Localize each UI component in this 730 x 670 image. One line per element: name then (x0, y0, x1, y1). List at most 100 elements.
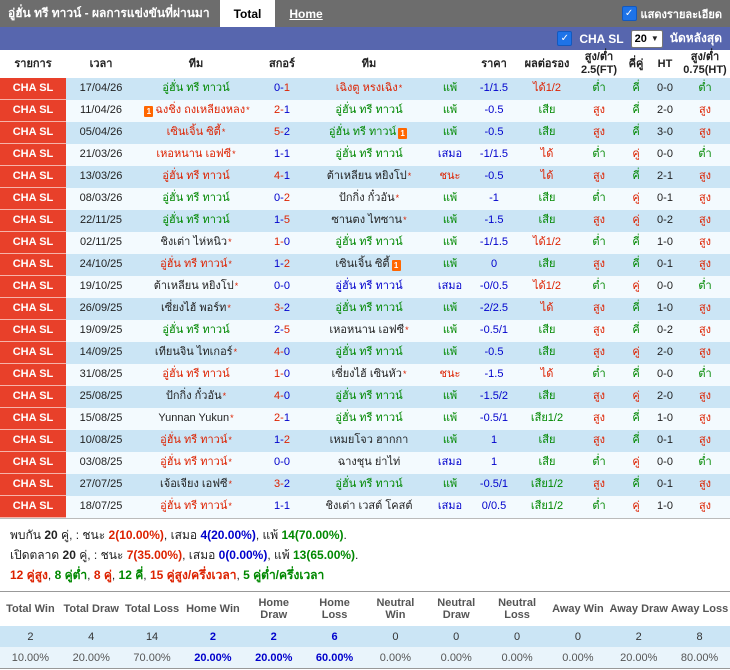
league-badge[interactable]: CHA SL (0, 496, 66, 518)
footer-header: Away Win (547, 592, 609, 627)
summary-segment: 8 คู่ต่ำ (54, 567, 88, 582)
league-badge[interactable]: CHA SL (0, 276, 66, 298)
home-team[interactable]: อู่ฮั่น ทรี ทาวน์ * (136, 496, 256, 518)
col-header-home: ทีม (188, 57, 204, 70)
league-filter-checkbox[interactable]: ✓ (557, 31, 573, 46)
home-team[interactable]: ต้าเหลียน หยิงโป * (136, 276, 256, 298)
home-team[interactable]: เจ้อเจียง เอฟซี * (136, 474, 256, 496)
ht-score: 0-0 (657, 456, 673, 469)
league-badge[interactable]: CHA SL (0, 78, 66, 100)
away-team[interactable]: อู่ฮั่น ทรี ทาวน์ (308, 100, 430, 122)
home-team[interactable]: อู่ฮั่น ทรี ทาวน์ (136, 166, 256, 188)
team-name: ชิงเต่า เวสต์ โคสต์ (325, 500, 413, 513)
league-badge[interactable]: CHA SL (0, 210, 66, 232)
home-team[interactable]: อู่ฮั่น ทรี ทาวน์ (136, 78, 256, 100)
home-team[interactable]: อู่ฮั่น ทรี ทาวน์ (136, 188, 256, 210)
away-team[interactable]: ซานตง ไทซาน * (308, 210, 430, 232)
away-team[interactable]: ต้าเหลียน หยิงโป * (308, 166, 430, 188)
match-result: แพ้ (442, 412, 458, 425)
match-date: 19/09/25 (79, 324, 123, 337)
league-badge[interactable]: CHA SL (0, 254, 66, 276)
away-team[interactable]: อู่ฮั่น ทรี ทาวน์ (308, 298, 430, 320)
home-team[interactable]: อู่ฮั่น ทรี ทาวน์ (136, 320, 256, 342)
away-team[interactable]: อู่ฮั่น ทรี ทาวน์ (308, 276, 430, 298)
league-badge[interactable]: CHA SL (0, 100, 66, 122)
league-badge[interactable]: CHA SL (0, 452, 66, 474)
match-result: ชนะ (439, 170, 461, 183)
col-header-ht: HT (657, 57, 673, 70)
home-team[interactable]: ชิงเต่า ไห่หนิว * (136, 232, 256, 254)
league-badge[interactable]: CHA SL (0, 320, 66, 342)
summary-line-1: พบกัน 20 คู่, : ชนะ 2(10.00%), เสมอ 4(20… (10, 526, 720, 546)
away-team[interactable]: อู่ฮั่น ทรี ทาวน์ (308, 408, 430, 430)
home-team[interactable]: Yunnan Yukun * (136, 408, 256, 430)
recent-matches-label: นัดหลังสุด (669, 31, 722, 45)
away-score: 2 (283, 434, 290, 447)
away-team[interactable]: เซี่ยงไฮ้ เซินหัว * (308, 364, 430, 386)
league-badge[interactable]: CHA SL (0, 232, 66, 254)
away-team[interactable]: อู่ฮั่น ทรี ทาวน์ 1 (308, 122, 430, 144)
summary-line-3: 12 คู่สูง, 8 คู่ต่ำ, 8 คู่, 12 คี่, 15 ค… (10, 566, 720, 586)
footer-value: 0 (364, 626, 426, 648)
home-team[interactable]: 1 ฉงชิ่ง ถงเหลียงหลง * (136, 100, 256, 122)
home-team[interactable]: อู่ฮั่น ทรี ทาวน์ (136, 364, 256, 386)
team-name: อู่ฮั่น ทรี ทาวน์ (335, 346, 403, 359)
away-team[interactable]: เหมยโจว ฮากกา (308, 430, 430, 452)
away-team[interactable]: อู่ฮั่น ทรี ทาวน์ (308, 342, 430, 364)
tab-home[interactable]: Home (275, 0, 336, 27)
show-details-checkbox[interactable]: ✓ (621, 6, 637, 21)
ou-ft-result: สูง (592, 214, 606, 227)
away-team[interactable]: เหอหนาน เอฟซี * (308, 320, 430, 342)
away-team[interactable]: อู่ฮั่น ทรี ทาวน์ (308, 232, 430, 254)
away-score: 1 (283, 412, 290, 425)
league-badge[interactable]: CHA SL (0, 364, 66, 386)
handicap-price: -0/0.5 (479, 280, 509, 293)
home-team[interactable]: อู่ฮั่น ทรี ทาวน์ (136, 210, 256, 232)
tab-total[interactable]: Total (219, 0, 276, 27)
league-badge[interactable]: CHA SL (0, 408, 66, 430)
match-count-select[interactable]: 20 ▼ (630, 29, 663, 48)
league-badge[interactable]: CHA SL (0, 166, 66, 188)
away-score: 2 (283, 478, 290, 491)
league-badge[interactable]: CHA SL (0, 298, 66, 320)
league-badge[interactable]: CHA SL (0, 188, 66, 210)
ou-ht-result: สูง (698, 390, 712, 403)
home-team[interactable]: เซี่ยงไฮ้ พอร์ท * (136, 298, 256, 320)
ou-ft-result: สูง (592, 170, 606, 183)
home-team[interactable]: เซินเจิ้น ซิตี้ * (136, 122, 256, 144)
away-team[interactable]: ฉางชุน ย่าไท่ (308, 452, 430, 474)
home-team[interactable]: เทียนจิน ไทเกอร์ * (136, 342, 256, 364)
league-badge[interactable]: CHA SL (0, 386, 66, 408)
away-team[interactable]: เฉิงตู หรงเฉิง * (308, 78, 430, 100)
ou-ht-result: ต่ำ (698, 82, 712, 95)
away-team[interactable]: อู่ฮั่น ทรี ทาวน์ (308, 144, 430, 166)
match-date: 18/07/25 (79, 500, 123, 513)
home-score: 3- (274, 302, 284, 315)
col-header-ou-ht: สูง/ต่ำ 0.75(HT) (683, 51, 727, 76)
home-team[interactable]: เหอหนาน เอฟซี * (136, 144, 256, 166)
match-score: 2- 1 (256, 408, 308, 430)
league-badge[interactable]: CHA SL (0, 342, 66, 364)
home-team[interactable]: อู่ฮั่น ทรี ทาวน์ * (136, 430, 256, 452)
home-team[interactable]: ปักกิ่ง กั๋วอัน * (136, 386, 256, 408)
footer-value: 0 (547, 626, 609, 648)
handicap-result: เสีย (538, 214, 556, 227)
home-team[interactable]: อู่ฮั่น ทรี ทาวน์ * (136, 254, 256, 276)
away-team[interactable]: ปักกิ่ง กั๋วอัน * (308, 188, 430, 210)
table-header-row: รายการ เวลา ทีม สกอร์ ทีม ราคา ผลต่อรอง … (0, 50, 730, 78)
footer-header: Away Loss (669, 592, 730, 627)
match-result: ชนะ (439, 368, 461, 381)
team-name: อู่ฮั่น ทรี ทาวน์ (328, 126, 397, 139)
away-team[interactable]: เซินเจิ้น ซิตี้ 1 (308, 254, 430, 276)
summary-segment: 0(0.00%) (218, 547, 268, 562)
footer-value: 2 (243, 626, 305, 648)
league-badge[interactable]: CHA SL (0, 430, 66, 452)
away-team[interactable]: อู่ฮั่น ทรี ทาวน์ (308, 474, 430, 496)
away-team[interactable]: ชิงเต่า เวสต์ โคสต์ (308, 496, 430, 518)
show-details-group: ✓ แสดงรายละเอียด (621, 0, 730, 27)
home-team[interactable]: อู่ฮั่น ทรี ทาวน์ * (136, 452, 256, 474)
away-team[interactable]: อู่ฮั่น ทรี ทาวน์ (308, 386, 430, 408)
league-badge[interactable]: CHA SL (0, 144, 66, 166)
league-badge[interactable]: CHA SL (0, 474, 66, 496)
league-badge[interactable]: CHA SL (0, 122, 66, 144)
